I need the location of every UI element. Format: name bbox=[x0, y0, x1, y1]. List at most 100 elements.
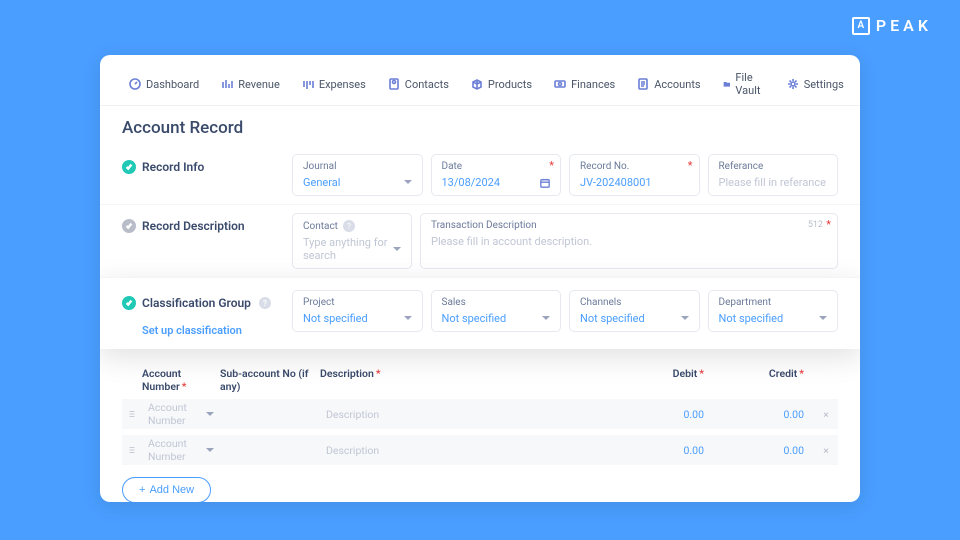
col-account: Account Number bbox=[142, 367, 181, 393]
page-title: Account Record bbox=[100, 106, 860, 146]
reference-placeholder: Please fill in referance bbox=[719, 176, 826, 189]
required-marker: * bbox=[549, 159, 554, 172]
brand-mark: A bbox=[852, 17, 870, 35]
date-field[interactable]: * Date 13/08/2024 bbox=[431, 154, 562, 196]
department-value: Not specified bbox=[719, 312, 784, 325]
chevron-down-icon bbox=[404, 316, 412, 324]
top-nav: Dashboard Revenue Expenses Contacts Products… bbox=[100, 55, 860, 106]
chevron-down-icon bbox=[819, 316, 827, 324]
account-select[interactable]: Account Number bbox=[142, 435, 220, 465]
debit-cell[interactable]: 0.00 bbox=[614, 435, 714, 465]
nav-settings[interactable]: Settings bbox=[776, 63, 855, 105]
nav-label: Dashboard bbox=[146, 78, 199, 91]
nav-label: Contacts bbox=[405, 78, 449, 91]
contacts-icon bbox=[388, 78, 400, 90]
credit-cell[interactable]: 0.00 bbox=[714, 435, 814, 465]
nav-accounts[interactable]: Accounts bbox=[626, 63, 711, 105]
remove-row-button[interactable]: × bbox=[814, 399, 838, 429]
date-label: Date bbox=[442, 161, 551, 172]
nav-label: Accounts bbox=[654, 78, 700, 91]
section-record-description: Record Description Contact? Type anythin… bbox=[100, 204, 860, 277]
table-row: Account NumberDescription0.000.00× bbox=[122, 435, 838, 465]
drag-handle[interactable] bbox=[122, 435, 142, 465]
check-icon bbox=[122, 219, 136, 233]
description-cell[interactable]: Description bbox=[320, 435, 614, 465]
settings-icon bbox=[787, 78, 799, 90]
expenses-icon bbox=[302, 78, 314, 90]
date-value: 13/08/2024 bbox=[442, 176, 501, 189]
nav-finances[interactable]: Finances bbox=[543, 63, 626, 105]
required-marker: * bbox=[688, 159, 693, 172]
remove-row-button[interactable]: × bbox=[814, 435, 838, 465]
table-row: Account NumberDescription0.000.00× bbox=[122, 399, 838, 429]
reference-label: Referance bbox=[719, 161, 828, 172]
char-count: 512 bbox=[808, 220, 823, 230]
check-icon bbox=[122, 296, 136, 310]
add-new-button[interactable]: +Add New bbox=[122, 477, 211, 502]
project-label: Project bbox=[303, 297, 412, 308]
contact-placeholder: Type anything for search bbox=[303, 236, 393, 262]
files-icon bbox=[723, 78, 731, 90]
nav-file-vault[interactable]: File Vault bbox=[712, 63, 776, 105]
credit-cell[interactable]: 0.00 bbox=[714, 399, 814, 429]
contact-field[interactable]: Contact? Type anything for search bbox=[292, 213, 412, 269]
department-field[interactable]: Department Not specified bbox=[708, 290, 839, 332]
dashboard-icon bbox=[129, 78, 141, 90]
project-field[interactable]: Project Not specified bbox=[292, 290, 423, 332]
record-no-field[interactable]: * Record No. JV-202408001 bbox=[569, 154, 700, 196]
section-title: Record Info bbox=[142, 160, 204, 174]
nav-label: Settings bbox=[804, 78, 844, 91]
subaccount-cell[interactable] bbox=[220, 399, 320, 429]
nav-dashboard[interactable]: Dashboard bbox=[118, 63, 210, 105]
chevron-down-icon bbox=[206, 448, 214, 456]
chevron-down-icon bbox=[681, 316, 689, 324]
table-header: Account Number* Sub-account No (if any) … bbox=[122, 367, 838, 399]
drag-handle[interactable] bbox=[122, 399, 142, 429]
nav-contacts[interactable]: Contacts bbox=[377, 63, 460, 105]
channels-label: Channels bbox=[580, 297, 689, 308]
chevron-down-icon bbox=[206, 412, 214, 420]
chevron-down-icon bbox=[393, 247, 401, 255]
plus-icon: + bbox=[139, 484, 145, 496]
record-no-value: JV-202408001 bbox=[580, 176, 652, 189]
nav-label: File Vault bbox=[735, 71, 764, 97]
col-subaccount: Sub-account No (if any) bbox=[220, 367, 320, 393]
debit-cell[interactable]: 0.00 bbox=[614, 399, 714, 429]
setup-classification-link[interactable]: Set up classification bbox=[142, 324, 242, 337]
project-value: Not specified bbox=[303, 312, 368, 325]
transaction-desc-field[interactable]: 512 * Transaction Description Please fil… bbox=[420, 213, 838, 269]
help-icon[interactable]: ? bbox=[343, 220, 355, 232]
nav-revenue[interactable]: Revenue bbox=[210, 63, 291, 105]
account-select[interactable]: Account Number bbox=[142, 399, 220, 429]
nav-label: Expenses bbox=[319, 78, 366, 91]
section-classification: Classification Group ? Set up classifica… bbox=[100, 277, 860, 349]
check-icon bbox=[122, 160, 136, 174]
help-icon[interactable]: ? bbox=[259, 297, 271, 309]
section-title: Classification Group bbox=[142, 296, 251, 310]
reference-field[interactable]: Referance Please fill in referance bbox=[708, 154, 839, 196]
department-label: Department bbox=[719, 297, 828, 308]
section-title: Record Description bbox=[142, 219, 245, 233]
channels-field[interactable]: Channels Not specified bbox=[569, 290, 700, 332]
brand-logo: A PEAK bbox=[852, 16, 932, 35]
sales-field[interactable]: Sales Not specified bbox=[431, 290, 562, 332]
brand-name: PEAK bbox=[876, 16, 932, 35]
channels-value: Not specified bbox=[580, 312, 645, 325]
nav-label: Finances bbox=[571, 78, 615, 91]
nav-products[interactable]: Products bbox=[460, 63, 543, 105]
section-record-info: Record Info Journal General * Date 13/08… bbox=[100, 146, 860, 204]
nav-expenses[interactable]: Expenses bbox=[291, 63, 377, 105]
accounts-icon bbox=[637, 78, 649, 90]
subaccount-cell[interactable] bbox=[220, 435, 320, 465]
revenue-icon bbox=[221, 78, 233, 90]
sales-label: Sales bbox=[442, 297, 551, 308]
col-debit: Debit bbox=[673, 367, 698, 380]
nav-label: Revenue bbox=[238, 78, 280, 91]
required-marker: * bbox=[826, 218, 831, 231]
calendar-icon bbox=[540, 178, 550, 188]
journal-field[interactable]: Journal General bbox=[292, 154, 423, 196]
transaction-desc-placeholder: Please fill in account description. bbox=[431, 235, 592, 248]
sales-value: Not specified bbox=[442, 312, 507, 325]
description-cell[interactable]: Description bbox=[320, 399, 614, 429]
main-card: Dashboard Revenue Expenses Contacts Products… bbox=[100, 55, 860, 502]
